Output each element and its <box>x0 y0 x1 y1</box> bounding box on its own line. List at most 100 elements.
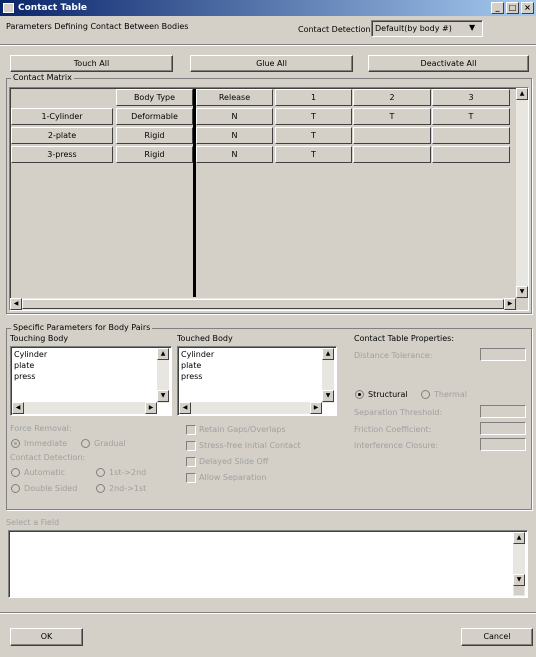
thermal-label: Thermal <box>434 390 467 399</box>
allow-separation-label: Allow Separation <box>199 473 267 482</box>
immediate-radio[interactable] <box>11 439 20 448</box>
scroll-down-icon[interactable]: ▼ <box>516 286 528 298</box>
scroll-left-icon[interactable]: ◀ <box>12 402 24 414</box>
scroll-left-icon[interactable]: ◀ <box>10 298 22 310</box>
touching-body-list[interactable]: Cylinder plate press ▲ ▼ ◀ ▶ <box>10 346 172 416</box>
hscroll-thumb[interactable] <box>22 299 504 309</box>
maximize-icon[interactable]: □ <box>506 2 519 14</box>
close-icon[interactable]: × <box>521 2 534 14</box>
cell-1-3[interactable]: T <box>432 108 510 125</box>
header-col-2: 2 <box>353 89 431 106</box>
row-name-3[interactable]: 3-press <box>11 146 113 163</box>
scroll-right-icon[interactable]: ▶ <box>310 402 322 414</box>
cell-3-1[interactable]: T <box>275 146 352 163</box>
scroll-down-icon[interactable]: ▼ <box>513 574 525 586</box>
distance-tolerance-field[interactable] <box>480 348 526 361</box>
row-name-2[interactable]: 2-plate <box>11 127 113 144</box>
list-hscroll[interactable] <box>179 402 322 414</box>
first-second-label: 1st->2nd <box>109 468 147 477</box>
cell-1-2[interactable]: T <box>353 108 431 125</box>
cell-2-2[interactable] <box>353 127 431 144</box>
structural-label: Structural <box>368 390 408 399</box>
delayed-slide-checkbox[interactable] <box>186 457 196 467</box>
row-type-2[interactable]: Rigid <box>116 127 193 144</box>
row-type-1[interactable]: Deformable <box>116 108 193 125</box>
friction-coefficient-field[interactable] <box>480 422 526 435</box>
header-col-1: 1 <box>275 89 352 106</box>
matrix-vscroll[interactable] <box>516 88 528 298</box>
detection-dropdown[interactable]: Default(by body #) ▼ <box>371 20 483 37</box>
list-hscroll[interactable] <box>12 402 157 414</box>
interference-closure-label: Interference Closure: <box>354 441 439 450</box>
touched-body-list[interactable]: Cylinder plate press ▲ ▼ ◀ ▶ <box>177 346 337 416</box>
stress-free-label: Stress-free Initial Contact <box>199 441 301 450</box>
list-item[interactable]: press <box>181 371 202 382</box>
window-title: Contact Table <box>18 3 88 13</box>
scroll-up-icon[interactable]: ▲ <box>513 532 525 544</box>
double-sided-radio[interactable] <box>11 484 20 493</box>
scroll-up-icon[interactable]: ▲ <box>322 348 334 360</box>
touch-all-button[interactable]: Touch All <box>10 55 173 72</box>
cell-3-2[interactable] <box>353 146 431 163</box>
row-release-2[interactable]: N <box>196 127 273 144</box>
separation-threshold-label: Separation Threshold: <box>354 408 443 417</box>
list-item[interactable]: plate <box>14 360 34 371</box>
column-divider <box>193 89 196 297</box>
select-field-label: Select a Field <box>6 518 60 527</box>
row-name-1[interactable]: 1-Cylinder <box>11 108 113 125</box>
immediate-label: Immediate <box>24 439 68 448</box>
detection-value: Default(by body #) <box>375 24 452 33</box>
double-sided-label: Double Sided <box>24 484 78 493</box>
scroll-up-icon[interactable]: ▲ <box>516 88 528 100</box>
pairs-group-label: Specific Parameters for Body Pairs <box>11 323 153 332</box>
glue-all-button[interactable]: Glue All <box>190 55 353 72</box>
list-item[interactable]: plate <box>181 360 201 371</box>
structural-radio[interactable] <box>355 390 364 399</box>
field-text-area[interactable]: ▲ ▼ <box>8 530 528 598</box>
divider <box>0 44 536 45</box>
scroll-up-icon[interactable]: ▲ <box>157 348 169 360</box>
interference-closure-field[interactable] <box>480 438 526 451</box>
cell-2-3[interactable] <box>432 127 510 144</box>
automatic-label: Automatic <box>24 468 66 477</box>
separation-threshold-field[interactable] <box>480 405 526 418</box>
automatic-radio[interactable] <box>11 468 20 477</box>
row-type-3[interactable]: Rigid <box>116 146 193 163</box>
scroll-right-icon[interactable]: ▶ <box>504 298 516 310</box>
allow-separation-checkbox[interactable] <box>186 473 196 483</box>
chevron-down-icon: ▼ <box>469 23 476 32</box>
properties-label: Contact Table Properties: <box>354 334 455 343</box>
scroll-down-icon[interactable]: ▼ <box>322 390 334 402</box>
list-item[interactable]: Cylinder <box>14 349 47 360</box>
header-col-3: 3 <box>432 89 510 106</box>
scroll-right-icon[interactable]: ▶ <box>145 402 157 414</box>
cancel-button[interactable]: Cancel <box>461 628 533 646</box>
first-second-radio[interactable] <box>96 468 105 477</box>
cell-3-3[interactable] <box>432 146 510 163</box>
retain-gaps-checkbox[interactable] <box>186 425 196 435</box>
retain-gaps-label: Retain Gaps/Overlaps <box>199 425 286 434</box>
gradual-label: Gradual <box>94 439 126 448</box>
cell-1-1[interactable]: T <box>275 108 352 125</box>
touched-body-label: Touched Body <box>177 334 233 343</box>
thermal-radio[interactable] <box>421 390 430 399</box>
second-first-radio[interactable] <box>96 484 105 493</box>
row-release-1[interactable]: N <box>196 108 273 125</box>
row-release-3[interactable]: N <box>196 146 273 163</box>
friction-coefficient-label: Friction Coefficient: <box>354 425 432 434</box>
list-item[interactable]: Cylinder <box>181 349 214 360</box>
page-description: Parameters Defining Contact Between Bodi… <box>6 22 189 31</box>
scroll-down-icon[interactable]: ▼ <box>157 390 169 402</box>
ok-button[interactable]: OK <box>10 628 83 646</box>
stress-free-checkbox[interactable] <box>186 441 196 451</box>
deactivate-all-button[interactable]: Deactivate All <box>368 55 529 72</box>
gradual-radio[interactable] <box>81 439 90 448</box>
title-bar: Contact Table <box>0 0 536 16</box>
header-release: Release <box>196 89 273 106</box>
app-icon <box>3 3 14 13</box>
scroll-left-icon[interactable]: ◀ <box>179 402 191 414</box>
divider <box>0 612 536 613</box>
list-item[interactable]: press <box>14 371 35 382</box>
cell-2-1[interactable]: T <box>275 127 352 144</box>
minimize-icon[interactable]: _ <box>491 2 504 14</box>
